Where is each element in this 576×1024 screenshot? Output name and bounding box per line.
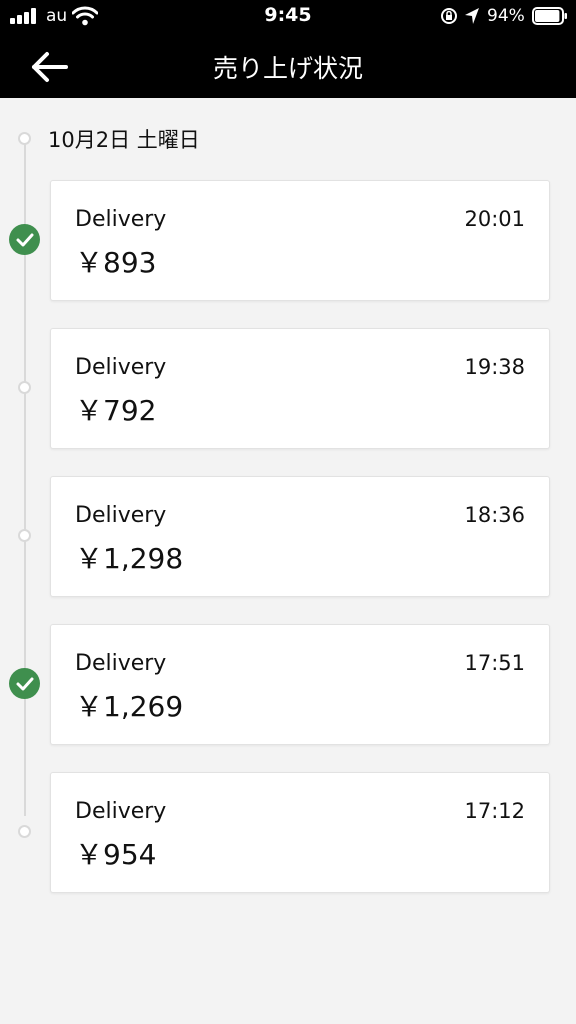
trip-amount: ￥954: [75, 838, 157, 871]
trip-time: 17:51: [464, 651, 525, 675]
trip-type-label: Delivery: [75, 799, 167, 824]
trip-time: 18:36: [464, 503, 525, 527]
trip-amount: ￥1,269: [75, 690, 184, 723]
page-title: 売り上げ状況: [212, 54, 363, 83]
trip-time: 20:01: [464, 207, 525, 231]
trip-time: 19:38: [464, 355, 525, 379]
trip-card[interactable]: Delivery 17:12 ￥954: [50, 772, 550, 893]
trip-type-label: Delivery: [75, 355, 167, 380]
status-bar: au 9:45 94%: [0, 0, 576, 34]
trip-type-label: Delivery: [75, 651, 167, 676]
timeline-dot: [18, 381, 31, 394]
trip-card[interactable]: Delivery 18:36 ￥1,298: [50, 476, 550, 597]
trip-time: 17:12: [464, 799, 525, 823]
trip-amount: ￥1,298: [75, 542, 184, 575]
trip-type-label: Delivery: [75, 207, 167, 232]
battery-percent: 94%: [487, 6, 525, 26]
date-heading: 10月2日 土曜日: [48, 128, 200, 152]
battery-icon: [532, 7, 567, 25]
trip-amount: ￥893: [75, 246, 157, 279]
timeline-dot: [18, 529, 31, 542]
timeline-date-dot: [18, 132, 31, 145]
completed-check-icon: [9, 224, 40, 255]
app-header: au 9:45 94% 売り上げ状況: [0, 0, 576, 98]
trip-card[interactable]: Delivery 19:38 ￥792: [50, 328, 550, 449]
completed-check-icon: [9, 668, 40, 699]
orientation-lock-icon: [441, 8, 457, 24]
trip-type-label: Delivery: [75, 503, 167, 528]
trip-card[interactable]: Delivery 20:01 ￥893: [50, 180, 550, 301]
trip-amount: ￥792: [75, 394, 157, 427]
trip-card[interactable]: Delivery 17:51 ￥1,269: [50, 624, 550, 745]
timeline-dot: [18, 825, 31, 838]
location-arrow-icon: [465, 8, 479, 24]
